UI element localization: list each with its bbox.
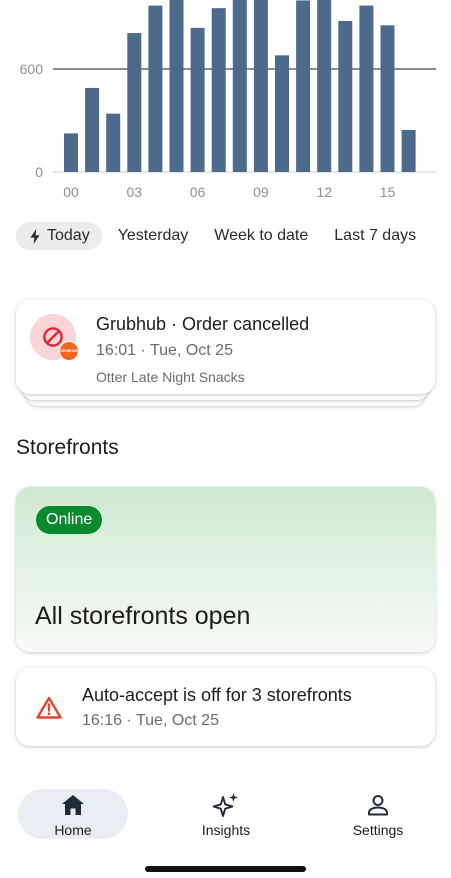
tab-week-to-date[interactable]: Week to date: [214, 222, 308, 250]
order-store-name: Otter Late Night Snacks: [96, 369, 245, 385]
chart-bar-15[interactable]: [380, 25, 395, 172]
chart-bar-03[interactable]: [127, 33, 142, 172]
nav-insights-label: Insights: [201, 822, 251, 838]
chart-bar-06[interactable]: [190, 27, 205, 172]
storefront-status-text: All storefronts open: [35, 602, 251, 630]
y-tick-label: 0: [35, 164, 43, 180]
chart-bar-02[interactable]: [106, 113, 121, 172]
chart-bar-07[interactable]: [211, 8, 226, 172]
x-tick-label: 15: [380, 184, 396, 200]
tab-last-7-days[interactable]: Last 7 days: [334, 222, 416, 250]
tab-today-label: Today: [47, 227, 90, 244]
x-tick-label: 12: [316, 184, 332, 200]
chart-bar-16[interactable]: [401, 129, 416, 172]
nav-home-label: Home: [54, 822, 92, 838]
chart-bar-09[interactable]: [253, 0, 268, 172]
x-tick-label: 06: [190, 184, 206, 200]
chart-bar-14[interactable]: [359, 5, 374, 173]
home-indicator: [145, 866, 306, 872]
x-tick-label: 03: [127, 184, 143, 200]
auto-accept-alert-card[interactable]: Auto-accept is off for 3 storefronts 16:…: [16, 668, 435, 746]
alert-title: Auto-accept is off for 3 storefronts: [82, 685, 352, 705]
chart-bar-13[interactable]: [338, 21, 353, 172]
order-time: 16:01 · Tue, Oct 25: [96, 342, 233, 359]
chart-bar-12[interactable]: [317, 0, 332, 172]
x-tick-label: 09: [253, 184, 269, 200]
storefronts-heading: Storefronts: [16, 436, 119, 459]
chart-bar-08[interactable]: [232, 0, 247, 172]
online-status-badge: Online: [36, 506, 103, 534]
order-notification-card[interactable]: GRUBHUB Grubhub · Order cancelled 16:01 …: [16, 300, 435, 394]
bolt-icon: [30, 228, 40, 244]
sparkle-icon: [212, 793, 238, 817]
chart-bar-05[interactable]: [169, 0, 184, 172]
nav-home[interactable]: Home: [18, 789, 128, 839]
y-tick-label: 600: [20, 61, 44, 77]
order-title: Grubhub · Order cancelled: [96, 314, 310, 334]
nav-settings[interactable]: Settings: [323, 789, 433, 839]
warning-icon: [36, 696, 62, 719]
storefront-status-card[interactable]: Online All storefronts open: [16, 487, 435, 652]
chart-bar-01[interactable]: [85, 87, 100, 172]
grubhub-logo-icon: GRUBHUB: [59, 341, 79, 361]
chart-bar-04[interactable]: [148, 5, 163, 173]
alert-time: 16:16 · Tue, Oct 25: [82, 712, 219, 729]
chart-bar-10[interactable]: [275, 55, 289, 173]
bottom-navigation: Home Insights Settings: [0, 780, 451, 850]
nav-insights[interactable]: Insights: [171, 789, 281, 839]
x-tick-label: 00: [63, 184, 79, 200]
tab-today[interactable]: Today: [16, 222, 102, 250]
chart-bar-00[interactable]: [64, 133, 78, 172]
nav-settings-label: Settings: [352, 822, 404, 838]
tab-yesterday[interactable]: Yesterday: [118, 222, 189, 250]
home-icon: [62, 795, 84, 815]
person-icon: [368, 795, 388, 816]
orders-bar-chart: 0 600 00 03 06 09 12 15: [20, 0, 436, 200]
date-range-tabs: Today Yesterday Week to date Last 7 days: [16, 222, 451, 250]
chart-bar-11[interactable]: [296, 0, 311, 173]
